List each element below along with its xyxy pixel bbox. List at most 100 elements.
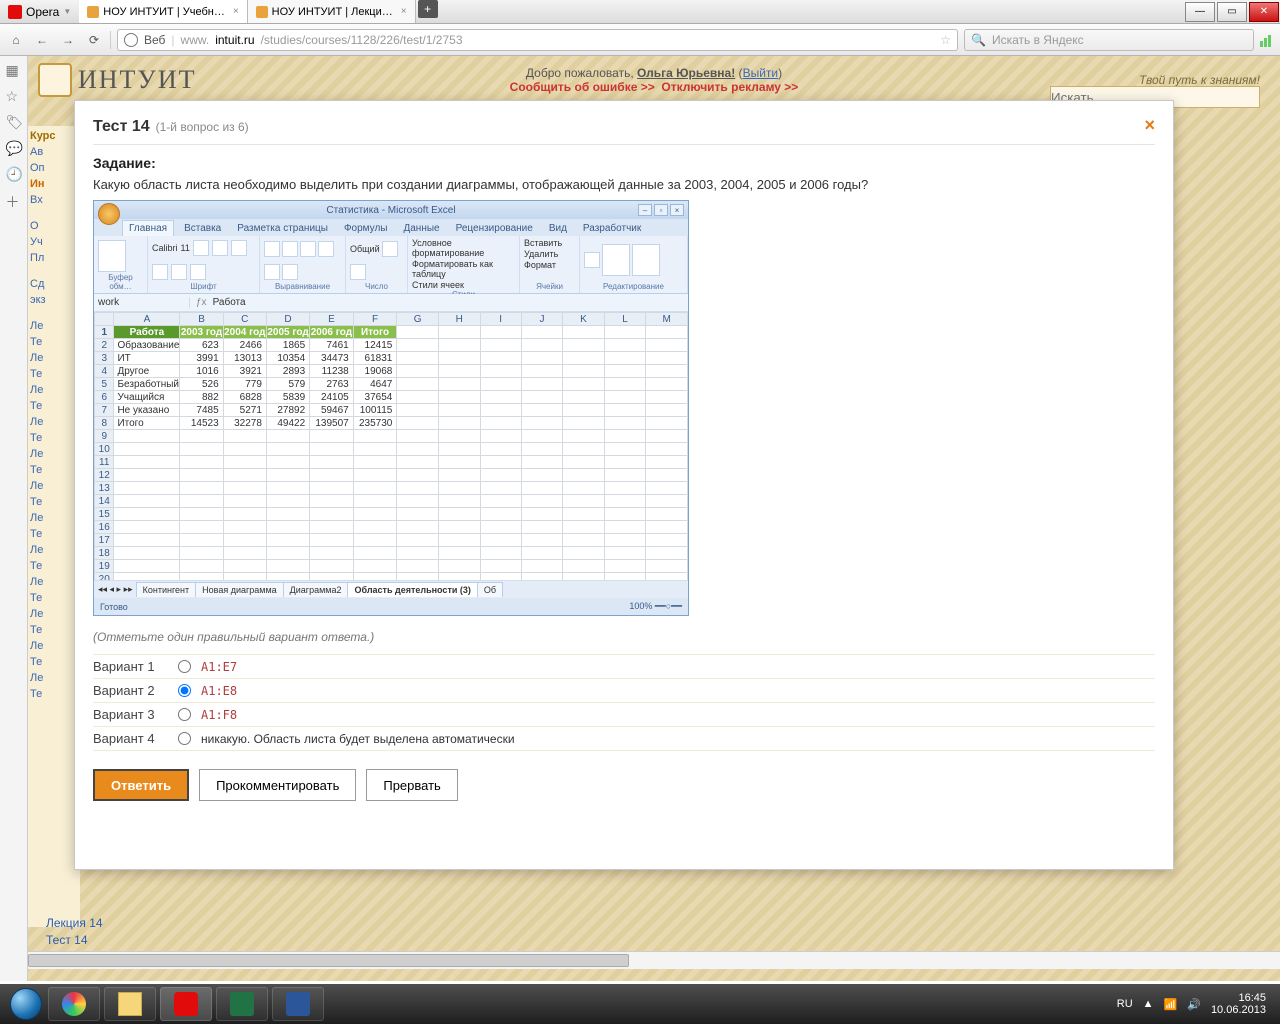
chrome-icon xyxy=(62,992,86,1016)
border-icon xyxy=(152,264,168,280)
link-test14[interactable]: Тест 14 xyxy=(46,932,103,949)
option-radio[interactable] xyxy=(178,732,191,745)
ads-off-link[interactable]: Отключить рекламу >> xyxy=(661,80,798,94)
history-icon[interactable]: 🕘 xyxy=(6,166,22,182)
option-2[interactable]: Вариант 2A1:E8 xyxy=(93,678,1155,702)
ribbon-tab: Рецензирование xyxy=(450,221,539,236)
group-label: Шрифт xyxy=(152,282,255,291)
excel-screenshot: Статистика - Microsoft Excel –▫× Главная… xyxy=(93,200,689,616)
minimize-button[interactable]: — xyxy=(1185,2,1215,22)
windows-taskbar: RU ▲ 📶 🔊 16:45 10.06.2013 xyxy=(0,984,1280,1024)
link-lecture14[interactable]: Лекция 14 xyxy=(46,915,103,932)
page-horizontal-scrollbar[interactable] xyxy=(28,951,1280,969)
tab-title: НОУ ИНТУИТ | Лекци… xyxy=(272,6,393,18)
task-chrome[interactable] xyxy=(48,987,100,1021)
formula-value: Работа xyxy=(213,297,246,308)
bookmark-star-icon[interactable]: ☆ xyxy=(940,33,951,47)
close-icon[interactable]: × xyxy=(401,6,407,17)
yandex-search[interactable]: 🔍 Искать в Яндекс xyxy=(964,29,1254,51)
new-tab-button[interactable]: + xyxy=(418,0,438,18)
tab-2[interactable]: НОУ ИНТУИТ | Лекци… × xyxy=(248,0,416,23)
network-icon[interactable]: 📶 xyxy=(1164,998,1178,1011)
instruction-text: (Отметьте один правильный вариант ответа… xyxy=(93,630,1155,644)
option-radio[interactable] xyxy=(178,708,191,721)
volume-icon[interactable]: 🔊 xyxy=(1187,998,1201,1011)
sheet-tab: Новая диаграмма xyxy=(195,582,284,597)
option-label: Вариант 2 xyxy=(93,683,168,698)
modal-header: Тест 14 (1-й вопрос из 6) × xyxy=(93,115,1155,145)
zoom-level: 100% xyxy=(629,601,652,611)
ribbon-tabs: Главная Вставка Разметка страницы Формул… xyxy=(94,219,688,236)
comment-button[interactable]: Прокомментировать xyxy=(199,769,356,801)
sheet-tab-active: Область деятельности (3) xyxy=(347,582,477,597)
font-name: Calibri xyxy=(152,243,178,253)
site-header: ИНТУИТ Добро пожаловать, Ольга Юрьевна! … xyxy=(28,56,1280,104)
task-word[interactable] xyxy=(272,987,324,1021)
formula-bar: work ƒx Работа xyxy=(94,294,688,312)
forward-icon[interactable]: → xyxy=(58,30,78,50)
ribbon-tab: Формулы xyxy=(338,221,394,236)
align-icon xyxy=(264,241,280,257)
sheet-tabs: ◂◂ ◂ ▸ ▸▸ Контингент Новая диаграмма Диа… xyxy=(94,580,688,598)
ribbon: Буфер обм… Calibri11Шрифт Выравнивание О… xyxy=(94,236,688,294)
page-sidebar: КурсАвОпИнВх ОУчПл Сдэкз ЛеТеЛеТеЛеТеЛеТ… xyxy=(28,126,80,927)
globe-icon xyxy=(124,33,138,47)
start-button[interactable] xyxy=(6,984,46,1024)
bold-icon xyxy=(193,240,209,256)
option-label: Вариант 3 xyxy=(93,707,168,722)
option-3[interactable]: Вариант 3 A1:F8 xyxy=(93,702,1155,726)
excel-status: Готово 100% ━━○━━ xyxy=(94,598,688,615)
group-label: Редактирование xyxy=(584,282,683,291)
paste-icon xyxy=(98,240,126,272)
home-icon[interactable]: ⌂ xyxy=(6,30,26,50)
back-icon[interactable]: ← xyxy=(32,30,52,50)
name-box: work xyxy=(94,297,190,308)
maximize-button[interactable]: ▭ xyxy=(1217,2,1247,22)
star-icon[interactable]: ☆ xyxy=(6,88,22,104)
option-4[interactable]: Вариант 4никакую. Область листа будет вы… xyxy=(93,726,1155,751)
panel-icon[interactable]: ▦ xyxy=(6,62,22,78)
report-link[interactable]: Сообщить об ошибке >> xyxy=(510,80,655,94)
tray-clock[interactable]: 16:45 10.06.2013 xyxy=(1211,992,1266,1016)
task-excel[interactable] xyxy=(216,987,268,1021)
opera-icon xyxy=(8,5,22,19)
answer-button[interactable]: Ответить xyxy=(93,769,189,801)
search-placeholder: Искать в Яндекс xyxy=(992,33,1084,47)
modal-title: Тест 14 xyxy=(93,118,150,136)
modal-close-icon[interactable]: × xyxy=(1144,115,1155,136)
cells-item: Формат xyxy=(524,260,556,270)
url-input[interactable]: Веб | www.intuit.ru/studies/courses/1128… xyxy=(117,29,958,51)
option-radio[interactable] xyxy=(178,684,191,697)
styles-item: Условное форматирование xyxy=(412,238,515,258)
font-size: 11 xyxy=(181,243,190,253)
excel-max-icon: ▫ xyxy=(654,204,668,216)
task-opera[interactable] xyxy=(160,987,212,1021)
align-icon xyxy=(318,241,334,257)
user-link[interactable]: Ольга Юрьевна! xyxy=(637,66,735,80)
site-logo[interactable]: ИНТУИТ xyxy=(38,63,197,97)
flag-icon[interactable]: ▲ xyxy=(1143,998,1154,1010)
font-color-icon xyxy=(190,264,206,280)
chat-icon[interactable]: 💬 xyxy=(6,140,22,156)
tab-1[interactable]: НОУ ИНТУИТ | Учебн… × xyxy=(79,0,247,23)
option-1[interactable]: Вариант 1A1:E7 xyxy=(93,654,1155,678)
align-icon xyxy=(300,241,316,257)
status-text: Готово xyxy=(100,602,128,612)
favicon-icon xyxy=(256,6,268,18)
align-icon xyxy=(264,264,280,280)
option-radio[interactable] xyxy=(178,660,191,673)
abort-button[interactable]: Прервать xyxy=(366,769,457,801)
logout-link[interactable]: Выйти xyxy=(743,66,779,80)
tag-icon[interactable]: 🏷 xyxy=(6,114,22,130)
close-icon[interactable]: × xyxy=(233,6,239,17)
reload-icon[interactable]: ⟳ xyxy=(84,30,104,50)
excel-close-icon: × xyxy=(670,204,684,216)
add-icon[interactable]: ＋ xyxy=(6,192,22,208)
opera-menu[interactable]: Opera ▼ xyxy=(0,5,79,19)
option-value: A1:F8 xyxy=(201,708,237,722)
task-explorer[interactable] xyxy=(104,987,156,1021)
fill-icon xyxy=(171,264,187,280)
lang-indicator[interactable]: RU xyxy=(1117,998,1133,1010)
system-tray: RU ▲ 📶 🔊 16:45 10.06.2013 xyxy=(1117,992,1274,1016)
close-button[interactable]: ✕ xyxy=(1249,2,1279,22)
